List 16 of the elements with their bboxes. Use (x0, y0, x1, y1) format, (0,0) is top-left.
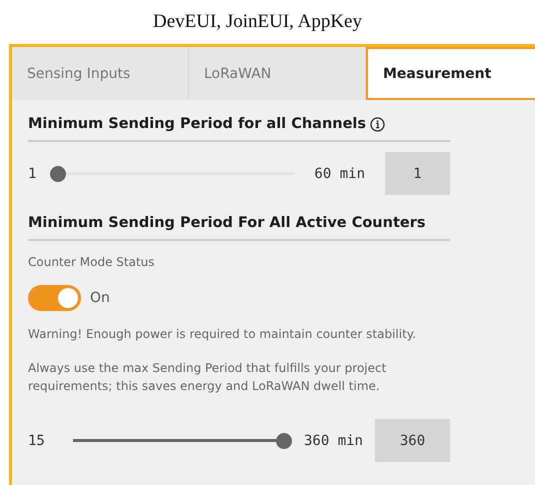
slider-max-label: 60 min (314, 166, 365, 182)
hint-text: Always use the max Sending Period that fulfills your project requirements; this saves energy and LoRaWAN dwell time. (28, 360, 388, 395)
value-field[interactable]: 1 (385, 152, 450, 195)
value-field[interactable]: 360 (375, 419, 450, 462)
info-icon[interactable] (370, 116, 386, 132)
page-title: DevEUI, JoinEUI, AppKey (152, 10, 363, 34)
toggle-switch[interactable] (28, 285, 81, 311)
field-label: Counter Mode Status (28, 254, 156, 271)
section-title: Minimum Sending Period for all Channels (28, 116, 366, 132)
warning-text: Warning! Enough power is required to maintain counter stability. (28, 326, 418, 343)
section-title: Minimum Sending Period For All Active Counters (28, 215, 426, 231)
tab[interactable]: Measurement (366, 47, 535, 100)
slider-max-label: 360 min (304, 432, 363, 448)
slider-min-label: 15 (28, 432, 45, 448)
toggle-label: On (90, 290, 110, 306)
slider-min-label: 1 (28, 166, 36, 182)
